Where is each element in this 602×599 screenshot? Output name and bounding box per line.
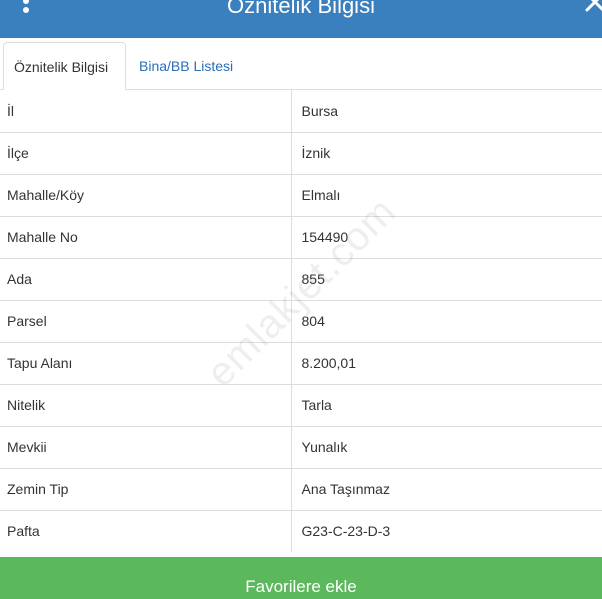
attribute-value: 8.200,01 [291, 341, 602, 384]
attribute-key: Zemin Tip [0, 467, 292, 510]
table-row: Pafta G23-C-23-D-3 [0, 509, 602, 552]
attribute-key: Tapu Alanı [0, 341, 292, 384]
attribute-value: G23-C-23-D-3 [291, 509, 602, 552]
attribute-key: İl [0, 90, 292, 132]
attribute-key: Ada [0, 257, 292, 300]
dialog-header: Öznitelik Bilgisi [0, 0, 602, 38]
attribute-value: Bursa [301, 102, 339, 119]
attribute-key: Mevkii [0, 425, 292, 468]
attribute-key: Parsel [0, 299, 292, 342]
attribute-value: Yunalık [291, 425, 602, 468]
attribute-table: İl Bursa İlçe İznik Mahalle/Köy Elmalı M… [0, 90, 602, 552]
table-row: Nitelik Tarla [0, 383, 602, 426]
attribute-key: Mahalle/Köy [0, 173, 292, 216]
attribute-key: İlçe [0, 131, 292, 174]
attribute-value: 804 [291, 299, 602, 342]
table-row: İl Bursa [0, 90, 602, 132]
attribute-value: Elmalı [291, 173, 602, 216]
table-row: Parsel 804 [0, 299, 602, 342]
tab-bar: Öznitelik Bilgisi Bina/BB Listesi [0, 38, 602, 90]
attribute-value: 855 [291, 257, 602, 300]
tab-oznitelik-bilgisi[interactable]: Öznitelik Bilgisi [3, 42, 126, 90]
attribute-value: Tarla [291, 383, 602, 426]
attribute-value: 154490 [291, 215, 602, 258]
table-row: Mahalle/Köy Elmalı [0, 173, 602, 216]
table-row: Tapu Alanı 8.200,01 [0, 341, 602, 384]
tab-bina-bb-listesi[interactable]: Bina/BB Listesi [129, 42, 243, 90]
table-row: Mahalle No 154490 [0, 215, 602, 258]
table-row: İlçe İznik [0, 131, 602, 174]
attribute-key: Nitelik [0, 383, 292, 426]
table-row: Ada 855 [0, 257, 602, 300]
attribute-key: Pafta [0, 509, 292, 552]
add-to-favorites-button[interactable]: Favorilere ekle [0, 557, 602, 599]
table-row: Zemin Tip Ana Taşınmaz [0, 467, 602, 510]
dialog-title: Öznitelik Bilgisi [227, 0, 375, 18]
attribute-value: İznik [291, 131, 602, 174]
attribute-value: Ana Taşınmaz [291, 467, 602, 510]
table-row: Mevkii Yunalık [0, 425, 602, 468]
close-icon[interactable] [583, 0, 602, 14]
attribute-key: Mahalle No [0, 215, 292, 258]
